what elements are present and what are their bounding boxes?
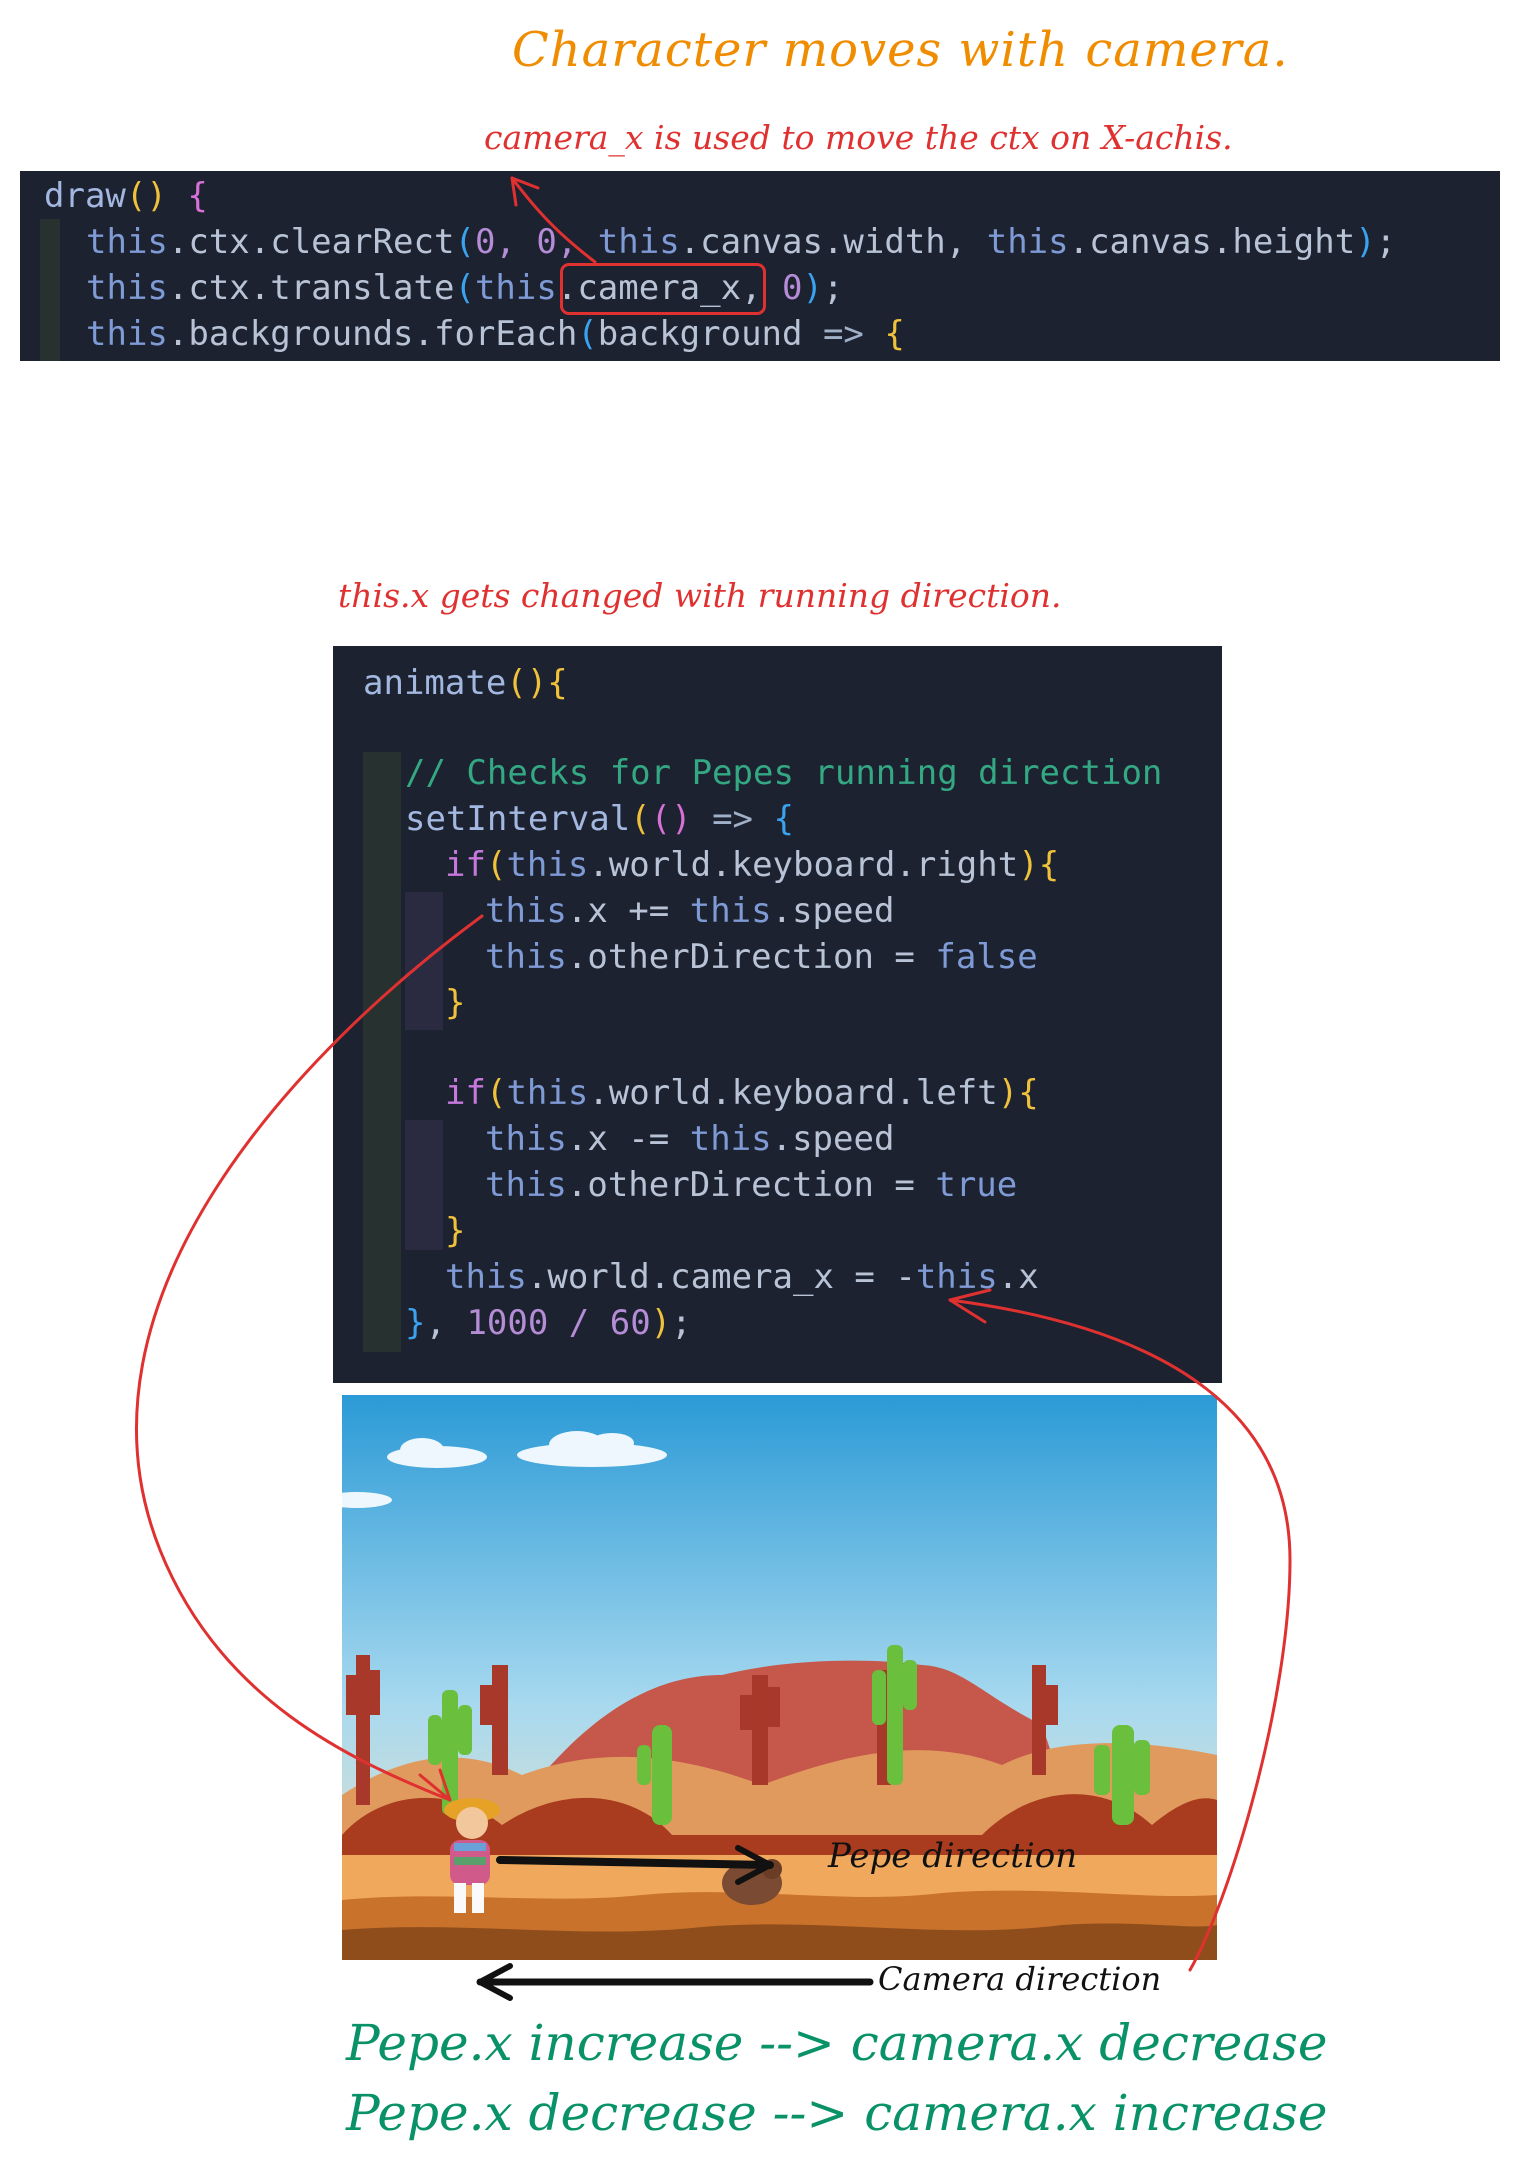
animate-code-snippet: animate(){ // Checks for Pepes running d… bbox=[333, 646, 1222, 1383]
code-line-if-left: if(this.world.keyboard.left){ bbox=[445, 1073, 1039, 1113]
code-line-setinterval: setInterval(() => { bbox=[405, 799, 794, 839]
code-line-draw: draw() { bbox=[44, 176, 208, 216]
code-line-interval-close: }, 1000 / 60); bbox=[405, 1303, 692, 1343]
this-x-note: this.x gets changed with running directi… bbox=[338, 576, 1062, 615]
camera-x-highlight bbox=[560, 263, 766, 315]
code-line-foreach: this.backgrounds.forEach(background => { bbox=[86, 314, 905, 354]
code-line-animate: animate(){ bbox=[363, 663, 568, 703]
pepe-direction-label: Pepe direction bbox=[828, 1836, 1078, 1876]
summary-line-increase: Pepe.x increase --> camera.x decrease bbox=[346, 2014, 1328, 2072]
code-line-clearrect: this.ctx.clearRect(0, 0, this.canvas.wid… bbox=[86, 222, 1397, 262]
diagram-title: Character moves with camera. bbox=[512, 22, 1289, 78]
code-line-x-decrease: this.x -= this.speed bbox=[485, 1119, 895, 1159]
code-line-camera-assign: this.world.camera_x = -this.x bbox=[445, 1257, 1039, 1297]
camera-direction-label: Camera direction bbox=[878, 1960, 1162, 1998]
camera-x-note: camera_x is used to move the ctx on X-ac… bbox=[484, 118, 1233, 157]
summary-line-decrease: Pepe.x decrease --> camera.x increase bbox=[346, 2084, 1328, 2142]
code-line-direction-true: this.otherDirection = true bbox=[485, 1165, 1018, 1205]
code-line-direction-false: this.otherDirection = false bbox=[485, 937, 1038, 977]
code-line-comment: // Checks for Pepes running direction bbox=[405, 753, 1163, 793]
code-line-end-if-left: } bbox=[445, 1211, 466, 1251]
code-line-x-increase: this.x += this.speed bbox=[485, 891, 895, 931]
game-scene-screenshot bbox=[342, 1395, 1217, 1960]
code-line-end-if-right: } bbox=[445, 983, 466, 1023]
code-line-if-right: if(this.world.keyboard.right){ bbox=[445, 845, 1060, 885]
